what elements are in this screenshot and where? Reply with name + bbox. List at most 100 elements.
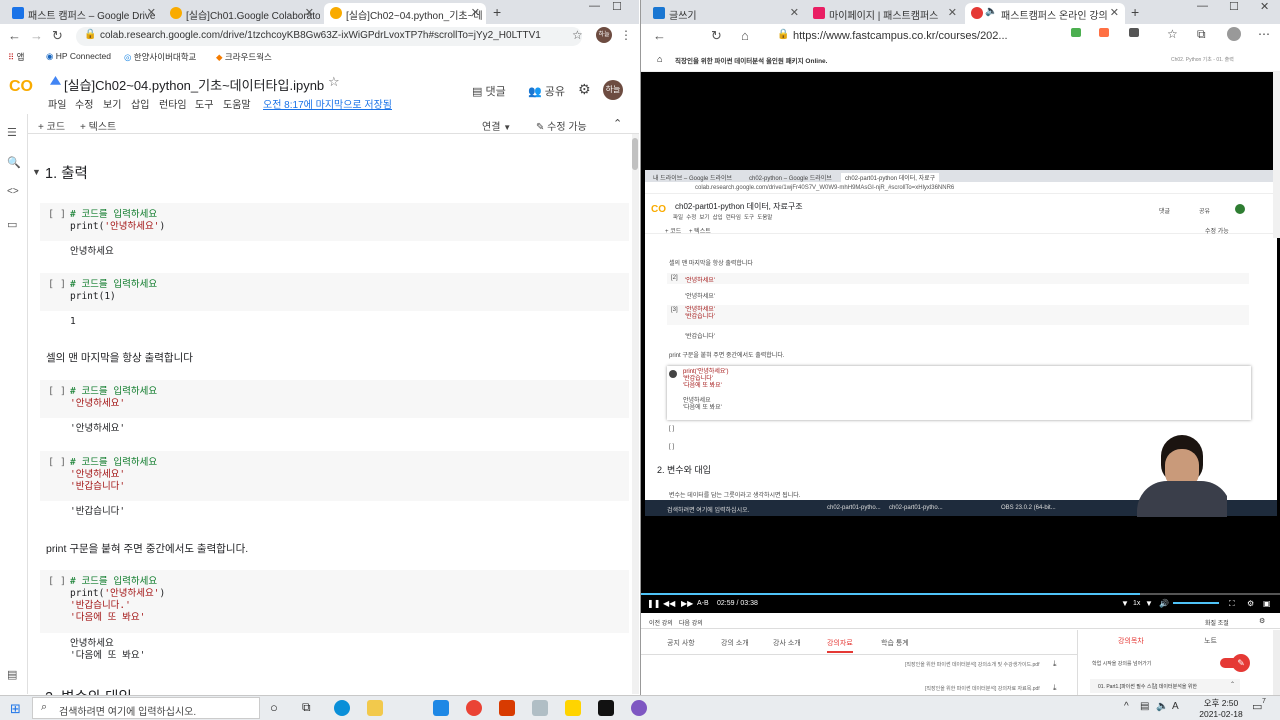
code-editor[interactable]: # 코드를 입력하세요 print(1) [70, 279, 157, 303]
pause-icon[interactable]: ❚❚ [647, 599, 660, 608]
volume-icon[interactable]: 🔈 [1156, 701, 1168, 712]
tab-materials[interactable]: 강의자료 [827, 638, 853, 653]
gear-icon[interactable]: ⚙ [1247, 599, 1254, 608]
network-icon[interactable]: ▤ [1140, 701, 1149, 712]
tab-notes[interactable]: 노트 [1204, 636, 1217, 646]
code-editor[interactable]: # 코드를 입력하세요 '안녕하세요' [70, 386, 157, 410]
notebook-scrollbar[interactable] [632, 134, 639, 694]
code-editor[interactable]: # 코드를 입력하세요 '안녕하세요' '반갑습니다' [70, 457, 157, 493]
menu-tools[interactable]: 도구 [195, 96, 213, 111]
speed-button[interactable]: 1x [1133, 600, 1140, 607]
tab-course-intro[interactable]: 강의 소개 [721, 638, 749, 648]
cell-run-bracket[interactable]: [ ] [48, 386, 66, 397]
task-view-icon[interactable]: ⧉ [302, 700, 311, 715]
video-progress-track[interactable] [641, 593, 1280, 595]
connect-button[interactable]: 연결 ▼ [482, 118, 511, 133]
notebook-title[interactable]: [실습]Ch02~04.python_기초~데이터타입.ipynb [64, 75, 324, 94]
taskbar-search-box[interactable]: ⌕ 검색하려면 여기에 입력하십시오. [32, 697, 260, 719]
tab-instructor[interactable]: 강사 소개 [773, 638, 801, 648]
collapse-icon[interactable]: ⌃ [613, 117, 622, 130]
close-icon[interactable]: ✕ [147, 6, 156, 19]
extension-icon[interactable] [1071, 28, 1081, 37]
app-icon[interactable] [532, 700, 548, 716]
itunes-icon[interactable] [631, 700, 647, 716]
bookmark-star-icon[interactable]: ☆ [572, 28, 583, 42]
tab-colab-ch02[interactable]: [실습]Ch02~04.python_기초~데 ✕ [324, 3, 486, 24]
share-button[interactable]: 👥 공유 [528, 83, 565, 99]
minimize-button[interactable]: — [1197, 0, 1208, 12]
more-vert-icon[interactable]: ⋮ [620, 28, 632, 42]
code-editor[interactable]: # 코드를 입력하세요 print('안녕하세요') [70, 209, 165, 233]
bookmark-crowdworks[interactable]: ◆ 크라우드웍스 [216, 51, 272, 63]
close-icon[interactable]: ✕ [471, 6, 480, 19]
volume-icon[interactable]: 🔊 [1159, 599, 1169, 608]
bookmark-hycu[interactable]: ◎ 한양사이버대학교 [124, 51, 196, 63]
tab-colab-ch01[interactable]: [실습]Ch01.Google Colaborator ✕ [164, 3, 320, 24]
notion-icon[interactable] [598, 700, 614, 716]
tab-notice[interactable]: 공지 사항 [667, 638, 695, 648]
file-link[interactable]: [직장인을 위한 파이썬 데이터분석] 강의소개 및 수강생가이드.pdf [905, 661, 1039, 668]
back-arrow-icon[interactable]: ← [653, 28, 666, 43]
download-icon[interactable]: ⤓ [1053, 659, 1057, 669]
minimize-button[interactable]: — [589, 0, 600, 12]
forward-arrow-icon[interactable]: → [30, 28, 43, 43]
tab-write[interactable]: 글쓰기 ✕ [647, 3, 805, 24]
menu-insert[interactable]: 삽입 [131, 96, 149, 111]
cell-run-bracket[interactable]: [ ] [48, 279, 66, 290]
prev-lecture-button[interactable]: 이전 강의 [649, 618, 673, 627]
menu-help[interactable]: 도움말 [223, 96, 251, 111]
right-address-bar[interactable]: 🔒 https://www.fastcampus.co.kr/courses/2… [769, 27, 1059, 46]
rewind-icon[interactable]: ◀◀ [663, 599, 675, 608]
pip-icon[interactable]: ▣ [1263, 599, 1271, 608]
extension-icon[interactable] [1099, 28, 1109, 37]
scrollbar-thumb[interactable] [632, 138, 638, 170]
folder-icon[interactable]: ▭ [7, 218, 17, 231]
panel-scrollbar[interactable] [1273, 630, 1280, 695]
collections-icon[interactable]: ⧉ [1197, 27, 1206, 42]
home-icon[interactable]: ⌂ [741, 28, 749, 43]
profile-avatar[interactable]: 하늘 [596, 27, 612, 43]
video-player[interactable]: 내 드라이브 – Google 드라이브 ch02-python – Googl… [641, 72, 1280, 594]
close-icon[interactable]: ✕ [948, 6, 957, 19]
mail-icon[interactable] [433, 700, 449, 716]
ab-repeat-button[interactable]: A-B [697, 600, 709, 607]
fullscreen-icon[interactable]: ⛶ [1229, 599, 1235, 609]
code-cell[interactable]: [ ] # 코드를 입력하세요 '안녕하세요' '반갑습니다' [40, 451, 629, 501]
section-collapse-icon[interactable]: ▼ [32, 167, 41, 177]
notification-icon[interactable]: ▭ [1252, 700, 1262, 713]
chrome-icon[interactable] [466, 700, 482, 716]
clock[interactable]: 오후 2:50 2021-02-18 [1196, 697, 1246, 719]
back-arrow-icon[interactable]: ← [8, 28, 21, 43]
bookmark-hp[interactable]: ◉ HP Connected [46, 51, 111, 62]
ime-lang[interactable]: A [1172, 701, 1179, 712]
edit-mode-button[interactable]: ✎ 수정 가능 [536, 118, 587, 133]
tab-google-drive[interactable]: 패스트 캠퍼스 – Google Drive ✕ [6, 3, 162, 24]
code-cell[interactable]: [ ] # 코드를 입력하세요 '안녕하세요' [40, 380, 629, 418]
cell-run-bracket[interactable]: [ ] [48, 457, 66, 468]
favorites-icon[interactable]: ☆ [1167, 27, 1178, 41]
avatar[interactable]: 하늘 [603, 80, 623, 100]
code-cell[interactable]: [ ] # 코드를 입력하세요 print(1) [40, 273, 629, 311]
comment-button[interactable]: ▤ 댓글 [472, 83, 506, 99]
text-cell[interactable]: print 구문을 붙혀 주면 중간에서도 출력합니다. [46, 541, 248, 556]
kakaotalk-icon[interactable] [565, 700, 581, 716]
code-icon[interactable]: <> [7, 186, 19, 197]
cortana-icon[interactable]: ○ [270, 700, 278, 715]
file-link[interactable]: [직장인을 위한 파이썬 데이터분석] 강의자료 자료목.pdf [925, 685, 1040, 692]
search-icon[interactable]: 🔍 [7, 156, 21, 169]
office-icon[interactable] [499, 700, 515, 716]
menu-file[interactable]: 파일 [48, 96, 66, 111]
tab-fastcampus-lecture[interactable]: 🔈 패스트캠퍼스 온라인 강의 ✕ [965, 3, 1125, 24]
saved-status-link[interactable]: 오전 8:17에 마지막으로 저장됨 [263, 96, 392, 111]
cell-run-bracket[interactable]: [ ] [48, 209, 66, 220]
settings-icon[interactable]: ⚙ [1259, 617, 1265, 625]
tab-stats[interactable]: 학습 통계 [881, 638, 909, 648]
code-cell[interactable]: [ ] # 코드를 입력하세요 print('안녕하세요') [40, 203, 629, 241]
pencil-icon[interactable]: ✎ [1232, 654, 1250, 672]
page-scrollbar[interactable] [1273, 72, 1280, 238]
add-code-button[interactable]: + 코드 [38, 118, 65, 133]
colab-logo[interactable]: CO [9, 78, 33, 96]
left-address-bar[interactable]: 🔒 colab.research.google.com/drive/1tzchc… [76, 27, 582, 46]
new-tab-button[interactable]: + [493, 4, 501, 20]
file-explorer-icon[interactable] [367, 700, 383, 716]
